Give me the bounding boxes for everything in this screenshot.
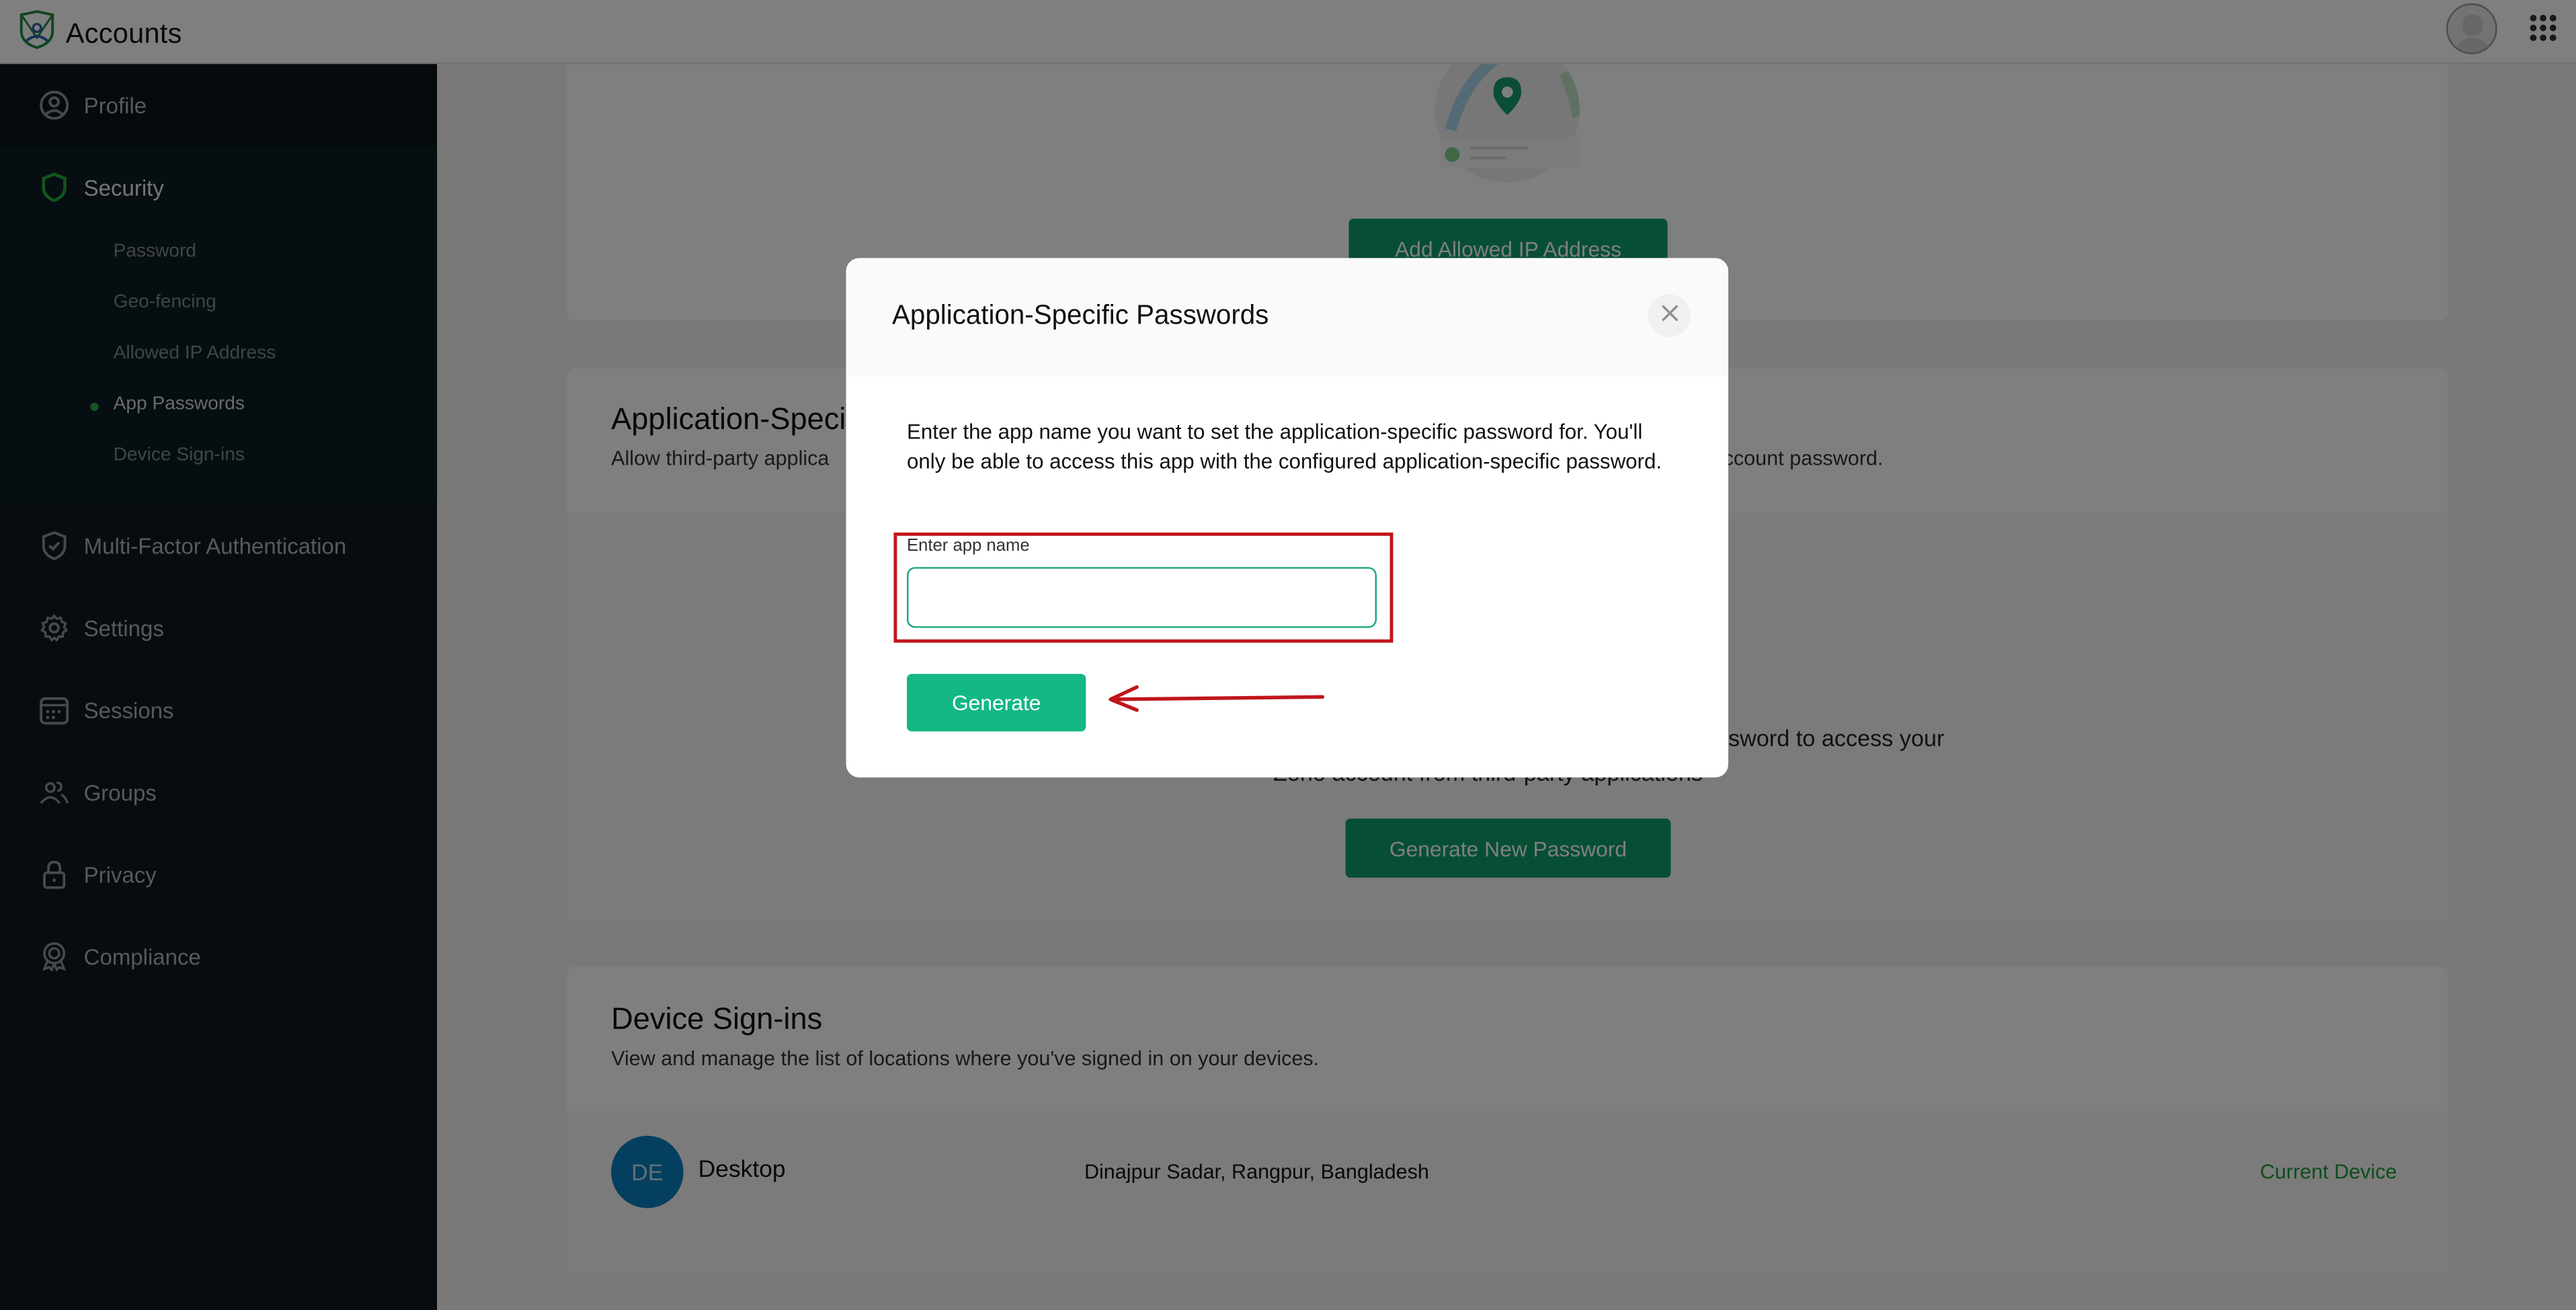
generate-button[interactable]: Generate <box>907 674 1086 732</box>
modal-title: Application-Specific Passwords <box>892 301 1269 331</box>
modal-description: Enter the app name you want to set the a… <box>907 419 1662 473</box>
app-root: Accounts Profile Security Password Geo-f… <box>0 0 2576 1310</box>
close-icon <box>1660 301 1679 330</box>
annotation-highlight-box <box>893 532 1394 643</box>
annotation-arrow-icon <box>1109 685 1325 712</box>
modal-header: Application-Specific Passwords <box>846 258 1728 377</box>
app-password-modal: Application-Specific Passwords Enter the… <box>846 258 1728 778</box>
close-button[interactable] <box>1648 294 1691 338</box>
